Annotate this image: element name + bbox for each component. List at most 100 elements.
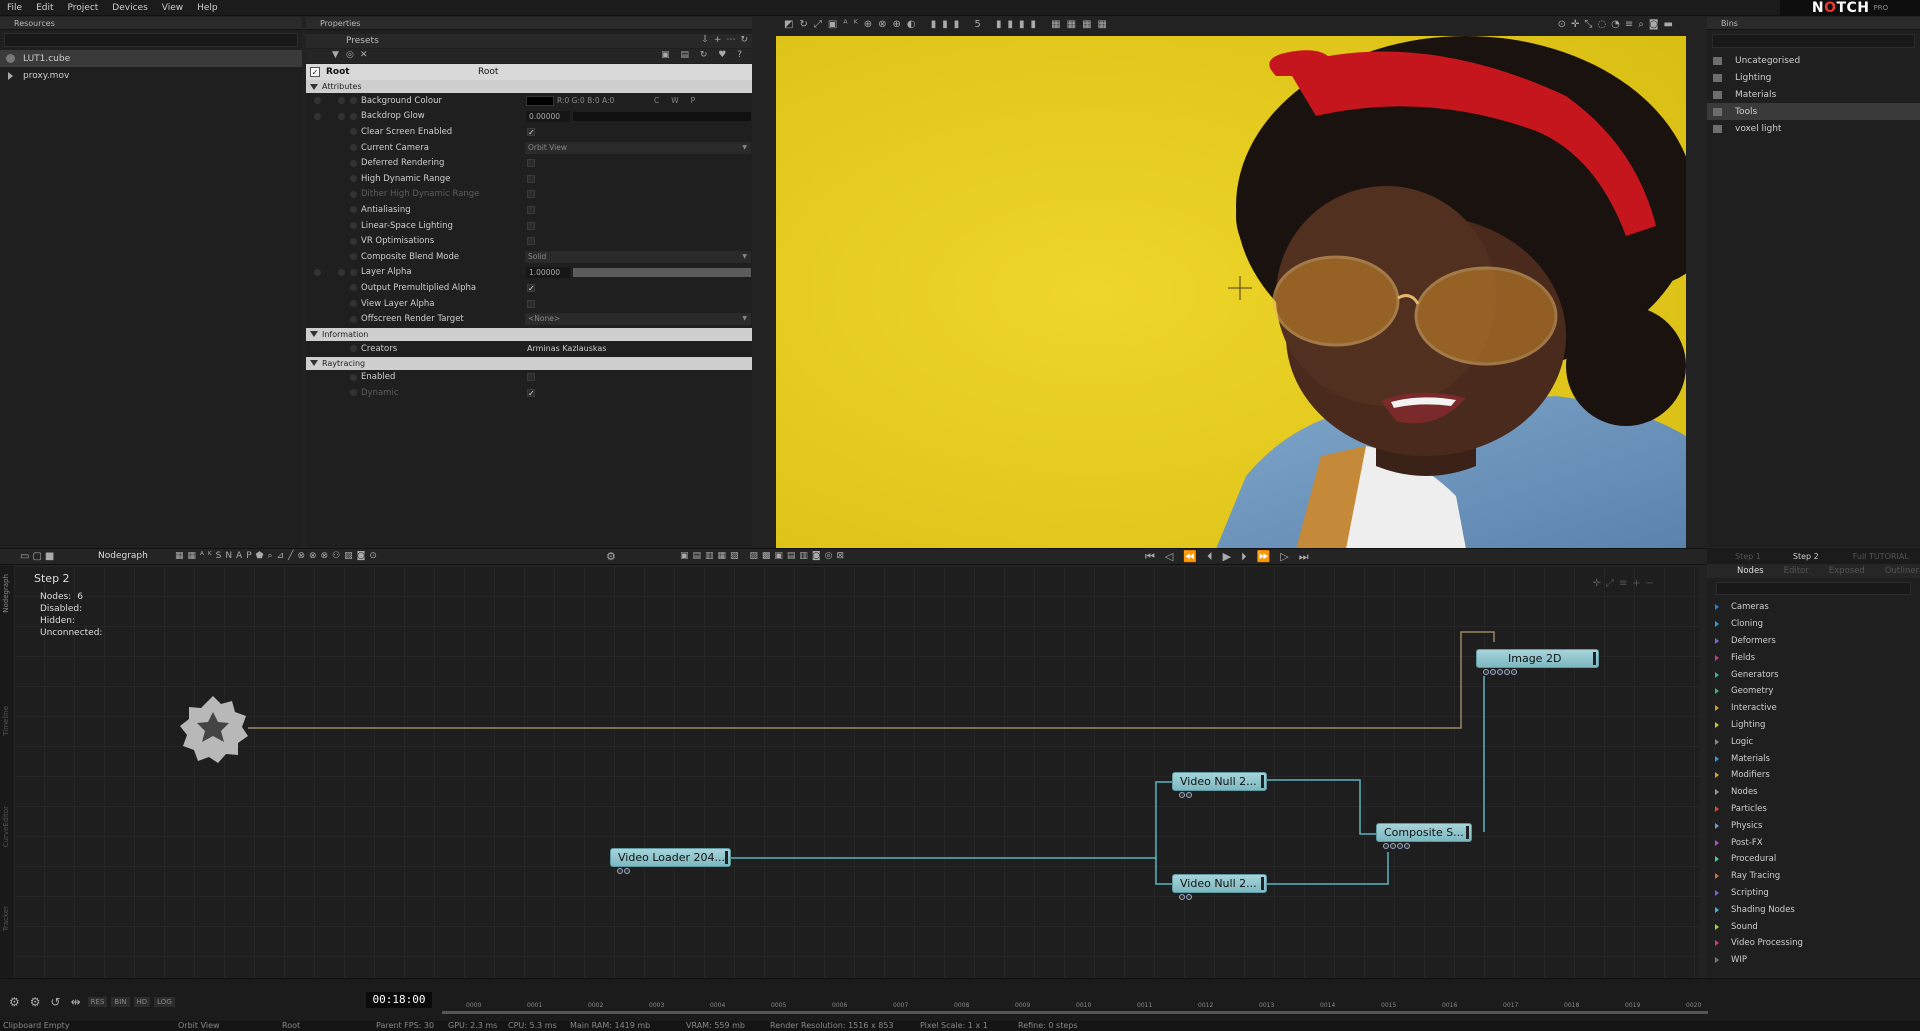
keyframe-dot[interactable] [314,268,321,276]
filter-icon[interactable]: ▼ [332,50,339,60]
keyframe-dot[interactable] [350,268,357,276]
node-ports[interactable] [1483,669,1517,675]
timecode-display[interactable]: 00:18:00 [366,992,432,1008]
property-checkbox[interactable] [527,221,535,230]
expand-arrow-icon[interactable] [1715,637,1719,644]
target-icon[interactable]: ◎ [346,50,354,60]
root-row[interactable]: ✓ Root Root [306,64,752,80]
keyframe-dot[interactable] [350,112,357,120]
property-dropdown[interactable]: Orbit View [525,141,751,154]
node-category-nodes[interactable]: Nodes [1707,784,1920,801]
root-enabled-checkbox[interactable]: ✓ [310,67,320,77]
node-category-generators[interactable]: Generators [1707,666,1920,683]
menu-file[interactable]: File [0,3,29,13]
menu-help[interactable]: Help [190,3,225,13]
viewport-tool-icons[interactable]: ◩↻⤢▣ᴬᴷ⊕⊗⊕◐ ▮▮▮ 5 ▮▮▮▮ ▦▦▦▦ [784,19,1113,30]
expand-arrow-icon[interactable] [1715,604,1719,611]
resource-item[interactable]: proxy.mov [0,67,302,84]
keyframe-dot[interactable] [350,237,357,245]
expand-arrow-icon[interactable] [1715,721,1719,728]
download-icon[interactable]: ⇩ [701,35,709,45]
property-slider[interactable] [573,111,751,121]
keyframe-dot[interactable] [350,300,357,308]
expand-arrow-icon[interactable] [1715,822,1719,829]
node-ports[interactable] [1179,792,1192,798]
node-category-sound[interactable]: Sound [1707,918,1920,935]
collapse-arrow-icon[interactable] [310,83,318,90]
expand-arrow-icon[interactable] [1715,839,1719,846]
node-category-post-fx[interactable]: Post-FX [1707,834,1920,851]
attributes-section[interactable]: Attributes [306,80,752,93]
render-viewport[interactable] [776,36,1686,549]
timeline-track[interactable] [442,1011,1708,1014]
enabled-checkbox[interactable] [527,373,535,382]
node-category-physics[interactable]: Physics [1707,817,1920,834]
node-category-materials[interactable]: Materials [1707,750,1920,767]
canvas-view-icons[interactable]: ✛⤢≡+− [1592,578,1659,589]
node-category-lighting[interactable]: Lighting [1707,717,1920,734]
subtab-editor[interactable]: Editor [1784,566,1809,576]
nodegraph-tool-icons[interactable]: ▦▦ᴬᴷSNAP⬟⌕⊿╱⊗⊗⊗⚇▨◙⊙ [175,551,381,561]
keyframe-dot[interactable] [350,284,357,292]
add-icon[interactable]: + [714,35,722,45]
property-checkbox[interactable] [527,205,535,214]
node-ports[interactable] [1179,894,1192,900]
node-category-fields[interactable]: Fields [1707,649,1920,666]
menu-project[interactable]: Project [61,3,106,13]
node-video-null-1[interactable]: Video Null 2... [1172,772,1267,798]
node-category-video-processing[interactable]: Video Processing [1707,935,1920,952]
property-dropdown[interactable]: Solid [525,250,751,263]
dynamic-checkbox[interactable]: ✓ [527,388,535,397]
expand-arrow-icon[interactable] [1715,671,1719,678]
bin-button[interactable]: BIN [111,997,130,1007]
raytracing-section[interactable]: Raytracing [306,356,752,370]
root-gear-icon[interactable] [178,694,248,764]
subtab-exposed[interactable]: Exposed [1829,566,1865,576]
property-checkbox[interactable] [527,159,535,168]
expand-arrow-icon[interactable] [1715,923,1719,930]
expand-arrow-icon[interactable] [1715,940,1719,947]
play-icon[interactable]: ▶ [1223,550,1231,563]
expand-arrow-icon[interactable] [1715,688,1719,695]
clear-icon[interactable]: ✕ [360,50,368,60]
expand-arrow-icon[interactable] [1715,654,1719,661]
keyframe-dot[interactable] [338,112,345,120]
property-value-field[interactable]: 1.00000 [526,266,570,278]
expand-arrow-icon[interactable] [1715,789,1719,796]
bin-item-uncategorised[interactable]: Uncategorised [1707,52,1920,69]
color-mode-button[interactable]: W [671,96,678,105]
collapse-arrow-icon[interactable] [310,360,318,366]
node-category-logic[interactable]: Logic [1707,733,1920,750]
bin-item-tools[interactable]: Tools [1707,103,1920,120]
expand-arrow-icon[interactable] [1715,805,1719,812]
property-slider[interactable] [573,267,751,277]
keyframe-dot[interactable] [350,144,357,152]
property-checkbox[interactable]: ✓ [527,283,535,292]
node-category-procedural[interactable]: Procedural [1707,851,1920,868]
more-icon[interactable]: ⋯ [726,35,735,45]
collapse-arrow-icon[interactable] [310,331,318,338]
resource-item[interactable]: LUT1.cube [0,50,302,67]
prev-key-icon[interactable]: ◁ [1165,550,1173,563]
expand-arrow-icon[interactable] [1715,705,1719,712]
subtab-outliner[interactable]: Outliner [1885,566,1919,576]
keyframe-dot[interactable] [350,315,357,323]
property-checkbox[interactable]: ✓ [527,127,535,136]
property-checkbox[interactable] [527,190,535,199]
tab-step-2[interactable]: Step 2 [1793,552,1819,561]
expand-arrow-icon[interactable] [1715,873,1719,880]
color-mode-button[interactable]: C [654,96,659,105]
keyframe-dot[interactable] [350,175,357,183]
viewport-view-icons[interactable]: ⊙✛⤡◌◔≡⌕◙▬ [1558,19,1678,30]
keyframe-dot[interactable] [350,159,357,167]
color-mode-button[interactable]: P [691,96,696,105]
side-tab-curve-editor[interactable]: CurveEditor [2,806,12,847]
tab-full-tutorial[interactable]: Full TUTORIAL [1853,552,1909,561]
node-category-ray-tracing[interactable]: Ray Tracing [1707,868,1920,885]
keyframe-dot[interactable] [338,268,345,276]
property-checkbox[interactable] [527,237,535,246]
keyframe-dot[interactable] [350,253,357,261]
node-category-wip[interactable]: WIP [1707,952,1920,969]
expand-arrow-icon[interactable] [1715,772,1719,779]
expand-arrow-icon[interactable] [1715,856,1719,863]
